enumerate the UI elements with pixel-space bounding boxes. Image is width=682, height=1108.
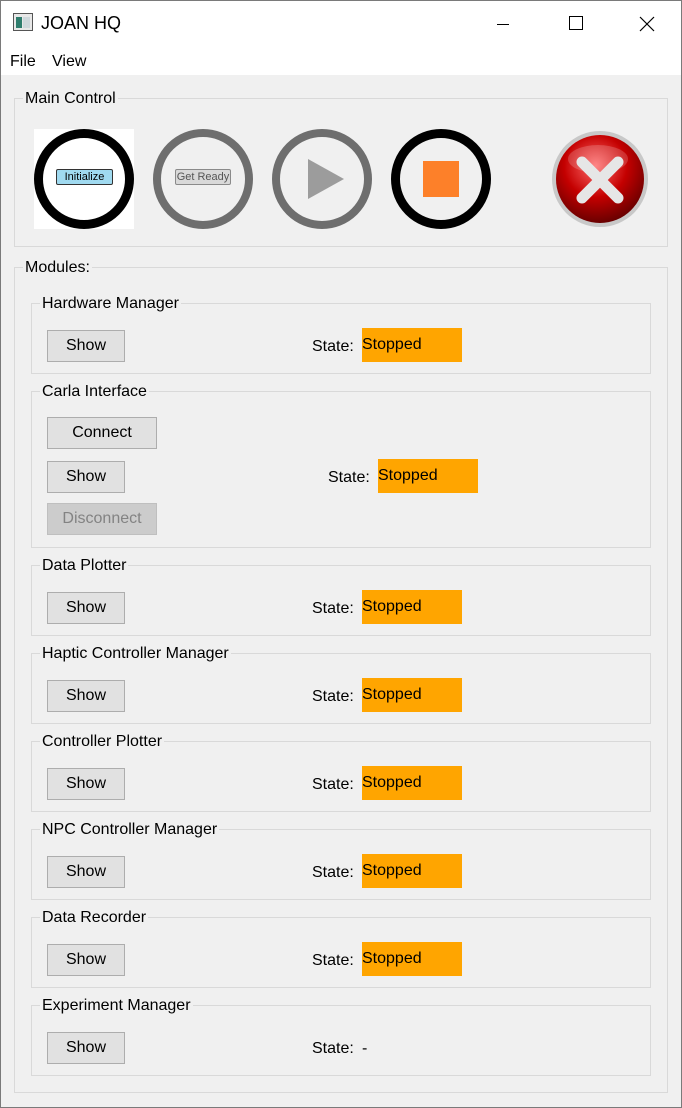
main-control-title: Main Control bbox=[23, 90, 118, 108]
close-icon bbox=[639, 16, 655, 32]
data-plotter-state-label: State: bbox=[312, 600, 354, 617]
data-recorder-group: Data Recorder Show State: Stopped bbox=[31, 909, 651, 988]
carla-connect-button[interactable]: Connect bbox=[47, 417, 157, 449]
hardware-manager-title: Hardware Manager bbox=[40, 295, 181, 313]
main-window: JOAN HQ File View Main Control Initializ… bbox=[0, 0, 682, 1108]
stop-icon bbox=[423, 161, 459, 197]
minimize-icon bbox=[497, 24, 509, 25]
haptic-controller-manager-state-value: Stopped bbox=[362, 678, 462, 712]
minimize-button[interactable] bbox=[467, 1, 539, 47]
experiment-manager-group: Experiment Manager Show State: - bbox=[31, 997, 651, 1076]
controller-plotter-state-label: State: bbox=[312, 776, 354, 793]
experiment-manager-state-value: - bbox=[362, 1040, 368, 1057]
carla-interface-title: Carla Interface bbox=[40, 383, 149, 401]
data-plotter-group: Data Plotter Show State: Stopped bbox=[31, 557, 651, 636]
controller-plotter-group: Controller Plotter Show State: Stopped bbox=[31, 733, 651, 812]
data-recorder-state-label: State: bbox=[312, 952, 354, 969]
haptic-controller-manager-show-button[interactable]: Show bbox=[47, 680, 125, 712]
data-recorder-show-button[interactable]: Show bbox=[47, 944, 125, 976]
play-icon bbox=[308, 159, 344, 199]
npc-controller-manager-title: NPC Controller Manager bbox=[40, 821, 220, 839]
data-plotter-state-value: Stopped bbox=[362, 590, 462, 624]
controller-plotter-title: Controller Plotter bbox=[40, 733, 165, 751]
modules-title: Modules: bbox=[23, 259, 92, 277]
npc-controller-manager-group: NPC Controller Manager Show State: Stopp… bbox=[31, 821, 651, 900]
carla-interface-state-label: State: bbox=[328, 469, 370, 486]
hardware-manager-group: Hardware Manager Show State: Stopped bbox=[31, 295, 651, 374]
menu-view[interactable]: View bbox=[52, 53, 86, 71]
app-icon bbox=[13, 13, 33, 31]
window-title: JOAN HQ bbox=[41, 13, 122, 33]
npc-controller-manager-state-value: Stopped bbox=[362, 854, 462, 888]
initialize-control[interactable]: Initialize bbox=[34, 129, 134, 229]
haptic-controller-manager-title: Haptic Controller Manager bbox=[40, 645, 231, 663]
carla-disconnect-button[interactable]: Disconnect bbox=[47, 503, 157, 535]
menu-file[interactable]: File bbox=[10, 53, 36, 71]
close-x-icon bbox=[552, 131, 648, 227]
controller-plotter-show-button[interactable]: Show bbox=[47, 768, 125, 800]
experiment-manager-show-button[interactable]: Show bbox=[47, 1032, 125, 1064]
npc-controller-manager-state-label: State: bbox=[312, 864, 354, 881]
close-window-button[interactable] bbox=[611, 1, 682, 47]
get-ready-button[interactable]: Get Ready bbox=[175, 169, 231, 185]
npc-controller-manager-show-button[interactable]: Show bbox=[47, 856, 125, 888]
hardware-manager-state-value: Stopped bbox=[362, 328, 462, 362]
haptic-controller-manager-state-label: State: bbox=[312, 688, 354, 705]
data-plotter-title: Data Plotter bbox=[40, 557, 129, 575]
carla-interface-group: Carla Interface Connect Show Disconnect … bbox=[31, 383, 651, 548]
menu-bar: File View bbox=[1, 47, 681, 75]
carla-interface-state-value: Stopped bbox=[378, 459, 478, 493]
experiment-manager-title: Experiment Manager bbox=[40, 997, 193, 1015]
data-plotter-show-button[interactable]: Show bbox=[47, 592, 125, 624]
title-bar: JOAN HQ bbox=[1, 1, 681, 47]
haptic-controller-manager-group: Haptic Controller Manager Show State: St… bbox=[31, 645, 651, 724]
hardware-manager-state-label: State: bbox=[312, 338, 354, 355]
main-control-group: Main Control Initialize Get Ready bbox=[14, 90, 668, 247]
initialize-button[interactable]: Initialize bbox=[56, 169, 113, 185]
carla-interface-show-button[interactable]: Show bbox=[47, 461, 125, 493]
controller-plotter-state-value: Stopped bbox=[362, 766, 462, 800]
data-recorder-title: Data Recorder bbox=[40, 909, 149, 927]
data-recorder-state-value: Stopped bbox=[362, 942, 462, 976]
experiment-manager-state-label: State: bbox=[312, 1040, 354, 1057]
maximize-icon bbox=[569, 16, 583, 30]
maximize-button[interactable] bbox=[539, 1, 611, 47]
exit-control[interactable] bbox=[550, 129, 650, 229]
stop-control[interactable] bbox=[391, 129, 491, 229]
get-ready-control[interactable]: Get Ready bbox=[153, 129, 253, 229]
hardware-manager-show-button[interactable]: Show bbox=[47, 330, 125, 362]
start-control[interactable] bbox=[272, 129, 372, 229]
